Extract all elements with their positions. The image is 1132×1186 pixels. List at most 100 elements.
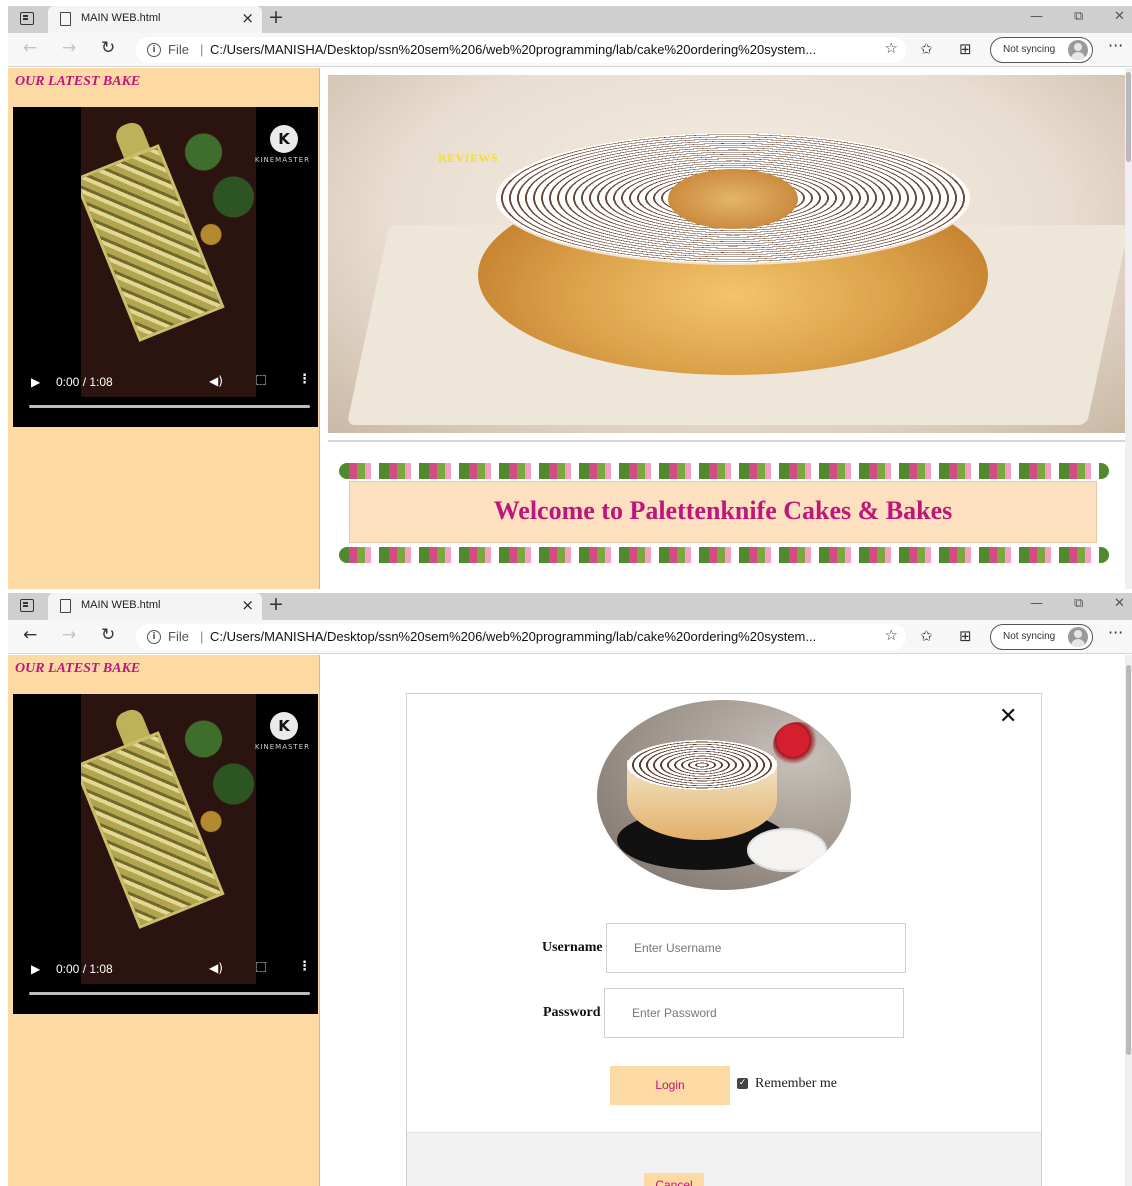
- url-text[interactable]: C:/Users/MANISHA/Desktop/ssn%20sem%206/w…: [210, 629, 816, 644]
- document-icon: [60, 599, 71, 613]
- info-icon[interactable]: i: [147, 43, 161, 57]
- video-progress-bar[interactable]: [29, 405, 310, 408]
- browser-tab[interactable]: MAIN WEB.html ×: [48, 6, 262, 33]
- tab-close-icon[interactable]: ×: [241, 9, 254, 27]
- play-icon[interactable]: ▶: [31, 375, 40, 389]
- back-icon[interactable]: ←: [23, 625, 37, 645]
- video-progress-bar[interactable]: [29, 992, 310, 995]
- welcome-heading: Welcome to Palettenknife Cakes & Bakes: [493, 496, 953, 525]
- scrollbar[interactable]: [1125, 68, 1132, 589]
- video-time: 0:00 / 1:08: [56, 375, 113, 389]
- page-content: OUR LATEST BAKE K KINEMASTER ▶ 0:00 / 1:…: [8, 655, 1132, 1186]
- left-sidebar: OUR LATEST BAKE K KINEMASTER ▶ 0:00 / 1:…: [8, 68, 320, 589]
- tab-actions-icon[interactable]: [20, 599, 34, 612]
- video-player[interactable]: K KINEMASTER ▶ 0:00 / 1:08 ◀) ⋮: [13, 694, 318, 1014]
- password-label: Password: [543, 1005, 601, 1020]
- info-icon[interactable]: i: [147, 630, 161, 644]
- password-placeholder: Enter Password: [632, 1006, 717, 1020]
- favorite-star-icon[interactable]: ☆: [885, 39, 898, 57]
- restore-icon[interactable]: ⧉: [1074, 9, 1083, 24]
- browser-window-home: MAIN WEB.html × + — ⧉ ✕ ← → ↻ i File | C…: [8, 6, 1132, 589]
- video-frame: [81, 694, 256, 984]
- cake-top-graphic: [627, 740, 777, 790]
- address-bar: ← → ↻ i File | C:/Users/MANISHA/Desktop/…: [8, 33, 1132, 67]
- file-label: File: [168, 629, 189, 644]
- avatar-icon: [1068, 40, 1088, 60]
- cake-banner-image: REVIEWS: [328, 75, 1125, 433]
- minimize-icon[interactable]: —: [1030, 596, 1043, 611]
- url-separator: |: [200, 629, 204, 644]
- restore-icon[interactable]: ⧉: [1074, 596, 1083, 611]
- tab-title: MAIN WEB.html: [81, 12, 161, 24]
- back-icon[interactable]: ←: [23, 38, 37, 58]
- cancel-button[interactable]: Cancel: [644, 1173, 704, 1186]
- floral-border-top: [339, 463, 1109, 479]
- kinemaster-watermark: KINEMASTER: [254, 743, 310, 751]
- favorites-icon[interactable]: ✩: [920, 40, 933, 58]
- latest-bake-heading: OUR LATEST BAKE: [15, 74, 141, 89]
- favorites-icon[interactable]: ✩: [920, 627, 933, 645]
- browser-window-login: MAIN WEB.html × + — ⧉ ✕ ← → ↻ i File | C…: [8, 593, 1132, 1186]
- latest-bake-heading: OUR LATEST BAKE: [15, 661, 141, 676]
- username-placeholder: Enter Username: [634, 941, 722, 955]
- main-content: REVIEWS Welcome to Palettenknife Cakes &…: [321, 68, 1132, 589]
- sync-status: Not syncing: [1003, 631, 1056, 642]
- volume-icon[interactable]: ◀): [209, 961, 223, 975]
- refresh-icon[interactable]: ↻: [101, 625, 115, 645]
- page-content: OUR LATEST BAKE K KINEMASTER ▶ 0:00 / 1:…: [8, 68, 1132, 589]
- favorite-star-icon[interactable]: ☆: [885, 626, 898, 644]
- sync-status: Not syncing: [1003, 44, 1056, 55]
- welcome-box: Welcome to Palettenknife Cakes & Bakes: [349, 481, 1097, 543]
- tab-title: MAIN WEB.html: [81, 599, 161, 611]
- roses-graphic: [773, 722, 823, 768]
- password-input[interactable]: Enter Password: [604, 988, 904, 1038]
- volume-icon[interactable]: ◀): [209, 374, 223, 388]
- remember-checkbox[interactable]: ✓: [737, 1078, 748, 1089]
- tab-bar: MAIN WEB.html × + — ⧉ ✕: [8, 6, 1132, 33]
- fullscreen-icon[interactable]: [256, 375, 266, 385]
- tab-close-icon[interactable]: ×: [241, 596, 254, 614]
- video-menu-icon[interactable]: ⋮: [298, 372, 311, 387]
- window-close-icon[interactable]: ✕: [1114, 596, 1125, 611]
- url-field[interactable]: i File | C:/Users/MANISHA/Desktop/ssn%20…: [136, 624, 906, 650]
- play-icon[interactable]: ▶: [31, 962, 40, 976]
- video-time: 0:00 / 1:08: [56, 962, 113, 976]
- modal-footer: Cancel: [407, 1132, 1041, 1186]
- main-content: ✕ Username Enter Username Password Enter…: [321, 655, 1132, 1186]
- collections-icon[interactable]: ⊞: [959, 40, 972, 58]
- file-label: File: [168, 42, 189, 57]
- collections-icon[interactable]: ⊞: [959, 627, 972, 645]
- url-text[interactable]: C:/Users/MANISHA/Desktop/ssn%20sem%206/w…: [210, 42, 816, 57]
- more-menu-icon[interactable]: ···: [1108, 623, 1123, 642]
- forward-icon[interactable]: →: [62, 625, 76, 645]
- close-icon[interactable]: ✕: [999, 704, 1017, 729]
- new-tab-button[interactable]: +: [268, 6, 284, 28]
- username-input[interactable]: Enter Username: [606, 923, 906, 973]
- avatar-icon: [1068, 627, 1088, 647]
- video-menu-icon[interactable]: ⋮: [298, 959, 311, 974]
- kinemaster-logo-icon: K: [270, 712, 298, 740]
- tab-bar: MAIN WEB.html × + — ⧉ ✕: [8, 593, 1132, 620]
- minimize-icon[interactable]: —: [1030, 9, 1043, 24]
- login-button[interactable]: Login: [610, 1066, 730, 1105]
- video-player[interactable]: K KINEMASTER ▶ 0:00 / 1:08 ◀) ⋮: [13, 107, 318, 427]
- profile-button[interactable]: Not syncing: [990, 37, 1093, 63]
- more-menu-icon[interactable]: ···: [1108, 36, 1123, 55]
- kinemaster-watermark: KINEMASTER: [254, 156, 310, 164]
- scrollbar[interactable]: [1125, 655, 1132, 1186]
- browser-tab[interactable]: MAIN WEB.html ×: [48, 593, 262, 620]
- new-tab-button[interactable]: +: [268, 593, 284, 615]
- url-field[interactable]: i File | C:/Users/MANISHA/Desktop/ssn%20…: [136, 37, 906, 63]
- scroll-thumb[interactable]: [1126, 72, 1131, 162]
- profile-button[interactable]: Not syncing: [990, 624, 1093, 650]
- username-label: Username: [542, 940, 603, 955]
- window-close-icon[interactable]: ✕: [1114, 9, 1125, 24]
- left-sidebar: OUR LATEST BAKE K KINEMASTER ▶ 0:00 / 1:…: [8, 655, 320, 1186]
- tab-actions-icon[interactable]: [20, 12, 34, 25]
- scroll-thumb[interactable]: [1126, 665, 1131, 1055]
- login-modal: ✕ Username Enter Username Password Enter…: [406, 693, 1042, 1186]
- fullscreen-icon[interactable]: [256, 962, 266, 972]
- forward-icon[interactable]: →: [62, 38, 76, 58]
- refresh-icon[interactable]: ↻: [101, 38, 115, 58]
- reviews-link[interactable]: REVIEWS: [438, 151, 498, 166]
